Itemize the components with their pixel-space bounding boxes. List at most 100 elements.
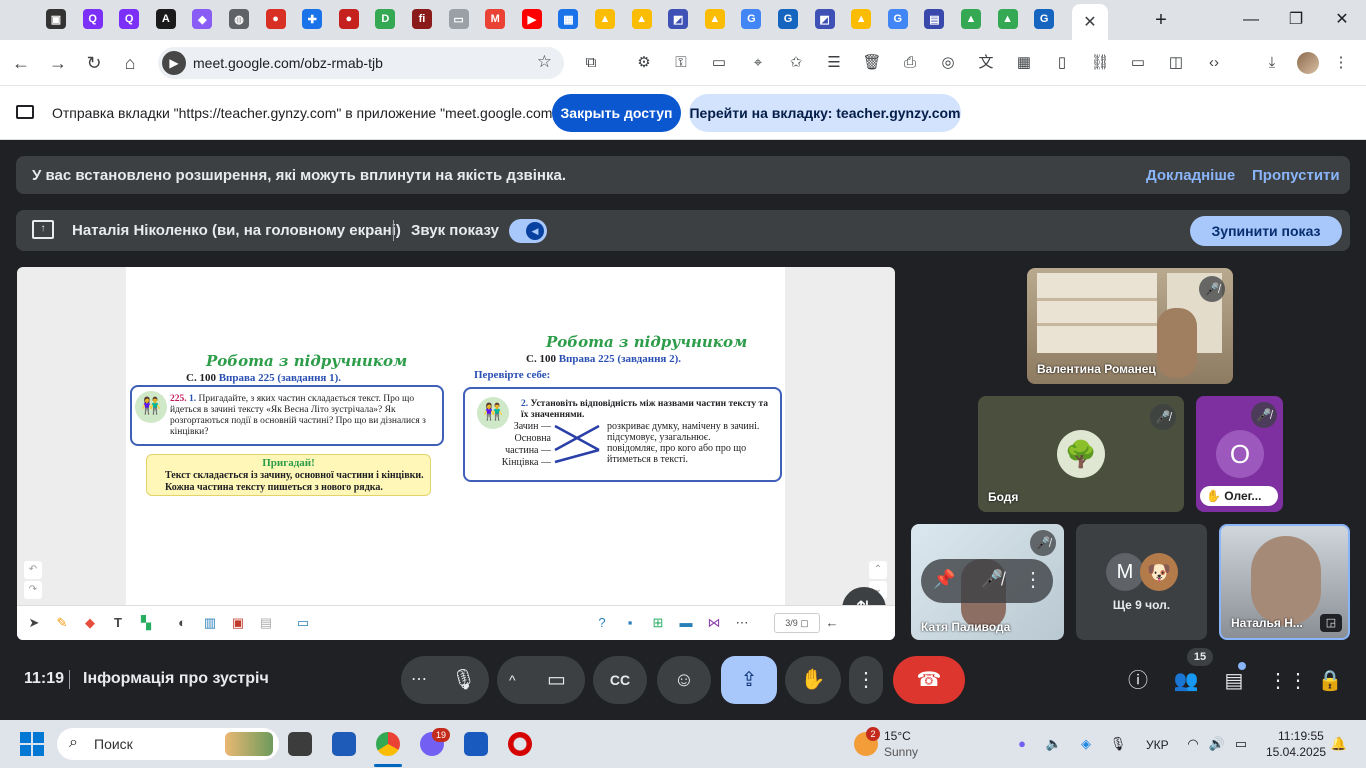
viber-tray-icon[interactable]: ● bbox=[1013, 736, 1031, 752]
tool-icon[interactable]: ▣ bbox=[229, 614, 247, 632]
gmail-icon[interactable]: M bbox=[485, 9, 506, 29]
minimize-icon[interactable]: — bbox=[1231, 8, 1271, 32]
battery-icon[interactable]: ▭ bbox=[1232, 736, 1250, 752]
mute-icon[interactable]: 🎤̸ bbox=[981, 569, 1003, 590]
meeting-info-link[interactable]: Інформація про зустріч bbox=[83, 670, 269, 688]
extension-icon[interactable]: ⚙ bbox=[634, 53, 654, 73]
notifications-bell-icon[interactable]: 🔔 bbox=[1330, 736, 1348, 752]
captions-button[interactable]: CC bbox=[593, 656, 647, 704]
google-icon[interactable]: G bbox=[887, 9, 908, 29]
quizlet-icon[interactable]: Q bbox=[82, 9, 103, 29]
bell-icon[interactable]: ▲ bbox=[851, 9, 872, 29]
more-options-icon[interactable]: ⋮ bbox=[1023, 567, 1043, 592]
participant-tile[interactable]: 🌳 🎤̸ Бодя bbox=[978, 396, 1184, 512]
back-icon[interactable]: ← bbox=[8, 50, 34, 76]
site-info-icon[interactable]: ▶ bbox=[162, 51, 186, 75]
quizlet-icon[interactable]: Q bbox=[119, 9, 140, 29]
active-tab-close-icon[interactable]: ✕ bbox=[1072, 4, 1108, 40]
tool-icon[interactable]: ▤ bbox=[257, 614, 275, 632]
raise-hand-button[interactable]: ✋ bbox=[785, 656, 841, 704]
volume-tray-icon[interactable]: 🔈 bbox=[1045, 736, 1063, 752]
clock-time[interactable]: 11:19:55 bbox=[1278, 729, 1324, 743]
participant-tile[interactable]: О 🎤̸ ✋ Олег... bbox=[1196, 396, 1283, 512]
audio-options-icon[interactable]: ⋯ bbox=[411, 656, 427, 704]
maximize-icon[interactable]: ❐ bbox=[1276, 8, 1316, 32]
grid-app-icon[interactable]: ▦ bbox=[558, 9, 579, 29]
participant-tile[interactable]: 📌 🎤̸ ⋮ 🎤̸ Катя Паливода bbox=[911, 524, 1064, 640]
stop-presenting-button[interactable]: Зупинити показ bbox=[1190, 216, 1342, 246]
taskbar-search[interactable]: ⌕ Поиск bbox=[57, 728, 279, 760]
chat-icon[interactable]: ▤ bbox=[1220, 668, 1248, 694]
add-page-icon[interactable]: ⊞ bbox=[649, 614, 667, 632]
qr-code-icon[interactable]: ▦ bbox=[1014, 53, 1034, 73]
camera-icon[interactable]: ▭ bbox=[547, 656, 566, 704]
self-view-tile[interactable]: ◲ Наталья Н... bbox=[1219, 524, 1350, 640]
close-window-icon[interactable]: ✕ bbox=[1322, 8, 1362, 32]
more-icon[interactable]: ⋯ bbox=[733, 614, 751, 632]
others-tile[interactable]: М 🐶 Ще 9 чол. bbox=[1076, 524, 1207, 640]
windows-start-icon[interactable] bbox=[20, 732, 44, 756]
folder-icon[interactable]: ▬ bbox=[677, 614, 695, 632]
emoji-button[interactable]: ☺ bbox=[657, 656, 711, 704]
opera-icon[interactable] bbox=[508, 732, 532, 756]
translate-icon[interactable]: 文 bbox=[976, 53, 996, 73]
table-icon[interactable]: ▤ bbox=[924, 9, 945, 29]
gynzy-icon[interactable]: G bbox=[1034, 9, 1055, 29]
reload-icon[interactable]: ↻ bbox=[81, 50, 107, 76]
undo-icon[interactable]: ↶ bbox=[24, 561, 42, 579]
side-panel-icon[interactable]: ◫ bbox=[1166, 53, 1186, 73]
puzzle-icon[interactable]: ✚ bbox=[302, 9, 323, 29]
chrome-icon[interactable] bbox=[376, 732, 400, 756]
cast-icon[interactable]: ▭ bbox=[1128, 53, 1148, 73]
adobe-icon[interactable]: A bbox=[155, 9, 176, 29]
globe-icon[interactable]: ◍ bbox=[229, 9, 249, 29]
more-options-button[interactable]: ⋮ bbox=[849, 656, 883, 704]
leave-call-button[interactable]: ☎ bbox=[893, 656, 965, 704]
share-sound-toggle[interactable]: ◀ bbox=[509, 219, 547, 243]
google-icon[interactable]: G bbox=[741, 9, 762, 29]
link-icon[interactable]: ⛓ bbox=[1090, 53, 1110, 73]
wordwall-icon[interactable]: ◩ bbox=[668, 9, 689, 29]
gynzy-icon[interactable]: G bbox=[778, 9, 798, 29]
go-to-tab-button[interactable]: Перейти на вкладку: teacher.gynzy.com bbox=[689, 94, 961, 132]
board-icon[interactable]: ▭ bbox=[448, 9, 469, 29]
participant-tile[interactable]: 🎤̸ Валентина Романец bbox=[1027, 268, 1233, 384]
screenshot-icon[interactable]: ◎ bbox=[938, 53, 958, 73]
extensions-icon[interactable]: ⧉ bbox=[581, 53, 601, 73]
devtools-icon[interactable]: ‹› bbox=[1204, 53, 1224, 73]
meeting-details-icon[interactable]: ⓘ bbox=[1124, 668, 1152, 694]
bell-icon[interactable]: ▲ bbox=[704, 9, 725, 29]
download-icon[interactable]: ⤓ bbox=[1262, 53, 1282, 73]
speaker-icon[interactable]: 🔊 bbox=[1208, 736, 1226, 752]
stop-access-button[interactable]: Закрыть доступ bbox=[552, 94, 681, 132]
card-icon[interactable]: ▭ bbox=[709, 53, 729, 73]
task-view-icon[interactable] bbox=[288, 732, 312, 756]
pointer-icon[interactable]: ➤ bbox=[25, 614, 43, 632]
wordwall-icon[interactable]: ◩ bbox=[814, 9, 835, 29]
classroom-icon[interactable]: ◆ bbox=[192, 9, 213, 29]
app-icon[interactable]: ▣ bbox=[46, 9, 66, 29]
input-language[interactable]: УКР bbox=[1146, 738, 1169, 752]
skip-link[interactable]: Пропустити bbox=[1252, 167, 1340, 184]
learn-more-link[interactable]: Докладніше bbox=[1146, 167, 1235, 184]
red-dot-icon[interactable]: ● bbox=[265, 9, 286, 29]
screen-tool-icon[interactable]: ▭ bbox=[294, 614, 312, 632]
clock-date[interactable]: 15.04.2025 bbox=[1266, 745, 1326, 759]
tool-icon[interactable]: ▥ bbox=[201, 614, 219, 632]
bell-icon[interactable]: ▲ bbox=[595, 9, 615, 29]
key-icon[interactable]: ⚿ bbox=[671, 53, 691, 73]
profile-avatar[interactable] bbox=[1297, 52, 1319, 74]
redo-icon[interactable]: ↷ bbox=[24, 581, 42, 599]
forward-icon[interactable]: → bbox=[45, 50, 71, 76]
star-icon[interactable]: ✩ bbox=[786, 53, 806, 73]
shapes-icon[interactable]: ▚ bbox=[137, 614, 155, 632]
red-dot-icon[interactable]: ● bbox=[338, 9, 359, 29]
pip-icon[interactable]: ◲ bbox=[1320, 614, 1342, 632]
scroll-up-icon[interactable]: ⌃ bbox=[869, 561, 887, 579]
reading-list-icon[interactable]: ☰ bbox=[824, 53, 844, 73]
eraser-icon[interactable]: ◆ bbox=[81, 614, 99, 632]
address-bar[interactable]: ▶ meet.google.com/obz-rmab-tjb ☆ bbox=[158, 47, 564, 79]
people-icon[interactable]: 👥 bbox=[1172, 668, 1200, 694]
activities-icon[interactable]: ⋮⋮ bbox=[1268, 668, 1308, 694]
defender-tray-icon[interactable]: ◈ bbox=[1077, 736, 1095, 752]
